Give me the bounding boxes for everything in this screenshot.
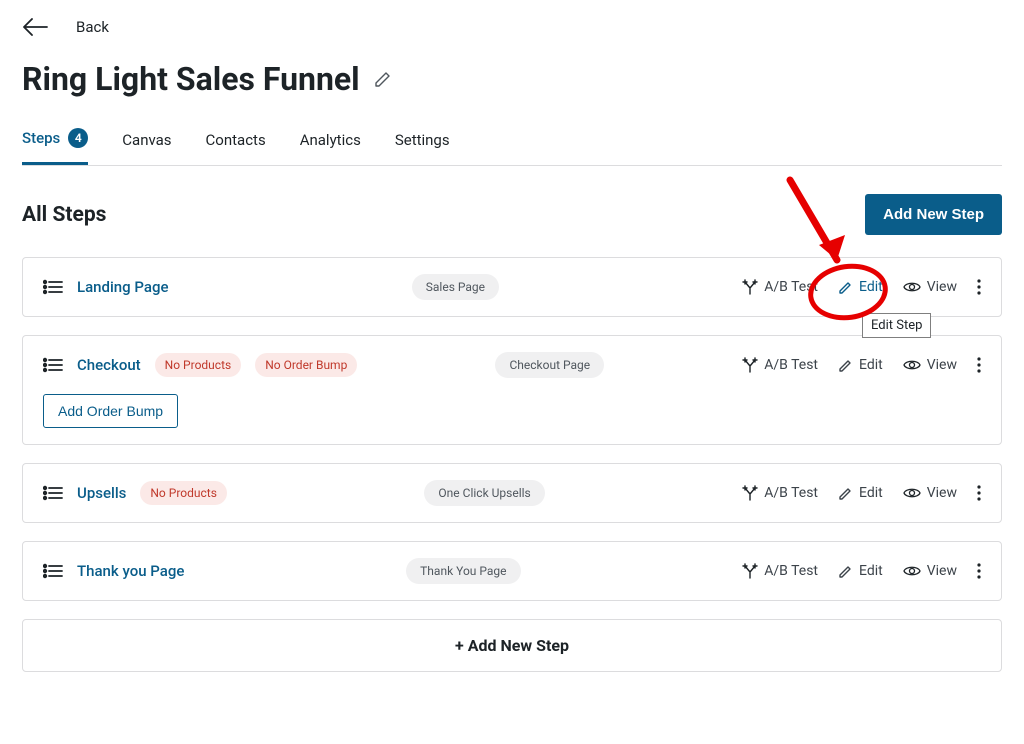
tab-bar: Steps 4 Canvas Contacts Analytics Settin… [22,128,1002,166]
step-type-badge: Sales Page [412,274,499,300]
tab-canvas[interactable]: Canvas [122,128,171,165]
view-button[interactable]: View [903,563,957,579]
back-arrow-icon[interactable] [22,18,48,36]
pencil-icon [838,280,853,295]
page-title: Ring Light Sales Funnel [22,60,360,98]
warning-badge: No Products [140,481,227,505]
step-type-badge: One Click Upsells [424,480,544,506]
split-icon [742,279,758,295]
step-name-link[interactable]: Landing Page [77,278,169,296]
tab-steps[interactable]: Steps 4 [22,128,88,165]
step-type-badge: Thank You Page [406,558,520,584]
eye-icon [903,280,921,294]
abtest-button[interactable]: A/B Test [742,563,818,579]
warning-badge: No Order Bump [255,353,357,377]
step-type-badge: Checkout Page [495,352,604,378]
edit-button[interactable]: Edit [838,563,883,579]
split-icon [742,357,758,373]
pencil-icon [838,486,853,501]
edit-button[interactable]: Edit [838,357,883,373]
abtest-button[interactable]: A/B Test [742,357,818,373]
add-order-bump-button[interactable]: Add Order Bump [43,394,178,428]
add-new-step-row[interactable]: + Add New Step [22,619,1002,672]
eye-icon [903,358,921,372]
more-icon[interactable] [977,485,981,501]
list-drag-icon[interactable] [43,563,63,579]
pencil-icon[interactable] [374,70,392,88]
section-title: All Steps [22,203,106,227]
warning-badge: No Products [155,353,242,377]
tab-contacts[interactable]: Contacts [206,128,266,165]
tab-label: Steps [22,129,60,147]
split-icon [742,563,758,579]
list-drag-icon[interactable] [43,357,63,373]
tab-analytics[interactable]: Analytics [300,128,361,165]
view-button[interactable]: View [903,357,957,373]
tab-settings[interactable]: Settings [395,128,450,165]
split-icon [742,485,758,501]
add-new-step-button[interactable]: Add New Step [865,194,1002,235]
step-card: Checkout No Products No Order Bump Check… [22,335,1002,445]
abtest-button[interactable]: A/B Test [742,279,818,295]
step-card: Upsells No Products One Click Upsells A/… [22,463,1002,523]
pencil-icon [838,564,853,579]
eye-icon [903,486,921,500]
list-drag-icon[interactable] [43,485,63,501]
tab-count-badge: 4 [68,128,88,148]
view-button[interactable]: View [903,279,957,295]
more-icon[interactable] [977,357,981,373]
abtest-button[interactable]: A/B Test [742,485,818,501]
step-name-link[interactable]: Checkout [77,356,141,374]
back-button[interactable]: Back [76,18,109,36]
view-button[interactable]: View [903,485,957,501]
more-icon[interactable] [977,563,981,579]
edit-button[interactable]: Edit [838,485,883,501]
step-name-link[interactable]: Upsells [77,484,126,502]
step-card: Landing Page Sales Page A/B Test Edit Vi… [22,257,1002,317]
step-card: Thank you Page Thank You Page A/B Test E… [22,541,1002,601]
list-drag-icon[interactable] [43,279,63,295]
edit-button[interactable]: Edit [838,279,883,295]
tooltip: Edit Step [862,313,931,338]
more-icon[interactable] [977,279,981,295]
pencil-icon [838,358,853,373]
eye-icon [903,564,921,578]
step-name-link[interactable]: Thank you Page [77,562,184,580]
